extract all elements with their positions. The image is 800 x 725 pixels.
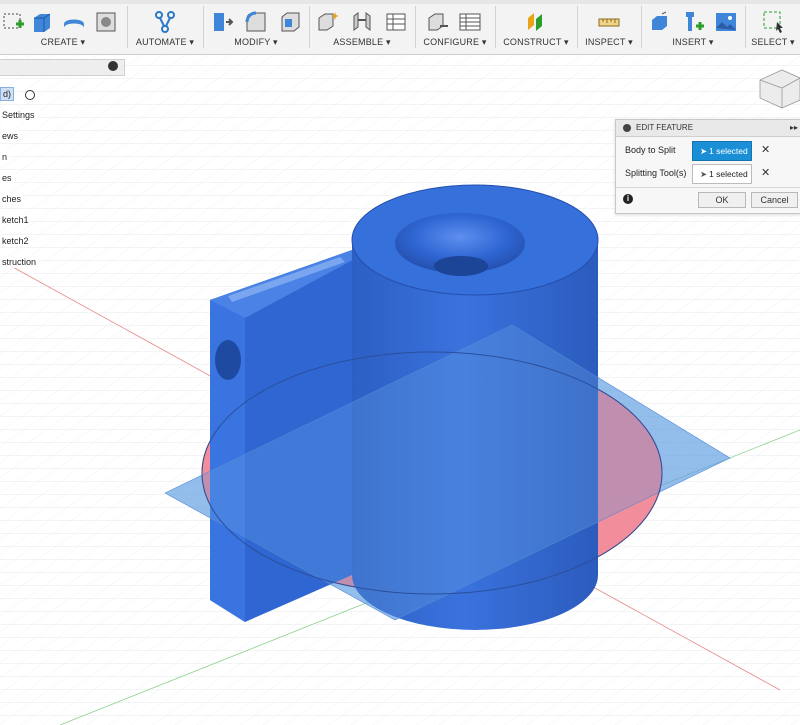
shell-icon[interactable] xyxy=(278,10,302,34)
info-icon[interactable]: i xyxy=(623,194,633,204)
splitting-tool-row: Splitting Tool(s) ➤ 1 selected ✕ xyxy=(616,163,800,185)
box-icon[interactable] xyxy=(94,10,118,34)
body-to-split-row: Body to Split ➤ 1 selected ✕ xyxy=(616,140,800,162)
browser-header[interactable] xyxy=(0,59,125,76)
select-label[interactable]: SELECT ▾ xyxy=(746,37,800,48)
insert-mcmaster-icon[interactable] xyxy=(681,10,705,34)
splitting-tool-selector[interactable]: ➤ 1 selected xyxy=(692,164,752,184)
measure-icon[interactable] xyxy=(597,10,621,34)
body-to-split-selector[interactable]: ➤ 1 selected xyxy=(692,141,752,161)
configuration-table-icon[interactable] xyxy=(458,10,482,34)
expand-icon[interactable]: ▸▸ xyxy=(790,120,798,136)
construct-label[interactable]: CONSTRUCT ▾ xyxy=(496,37,576,48)
tab-hole xyxy=(215,340,241,380)
insert-group[interactable]: INSERT ▾ xyxy=(642,0,744,54)
toolbar: CREATE ▾ AUTOMATE ▾ MODIFY ▾ ASSEMBLE ▾ xyxy=(0,0,800,55)
browser-item[interactable]: struction xyxy=(0,252,125,273)
select-group[interactable]: SELECT ▾ xyxy=(746,0,800,54)
table-icon[interactable] xyxy=(384,10,408,34)
automate-group[interactable]: AUTOMATE ▾ xyxy=(128,0,202,54)
joint-icon[interactable] xyxy=(350,10,374,34)
fillet-icon[interactable] xyxy=(244,10,268,34)
browser-item[interactable]: d) xyxy=(0,84,125,105)
insert-derive-icon[interactable] xyxy=(648,10,672,34)
browser-item[interactable]: ketch2 xyxy=(0,231,125,252)
cursor-icon: ➤ xyxy=(700,169,708,179)
construct-group[interactable]: CONSTRUCT ▾ xyxy=(496,0,576,54)
clear-tool-icon[interactable]: ✕ xyxy=(761,166,770,179)
minus-icon[interactable] xyxy=(108,61,118,71)
automate-icon[interactable] xyxy=(153,10,177,34)
body-to-split-label: Body to Split xyxy=(625,145,676,155)
configure-label[interactable]: CONFIGURE ▾ xyxy=(416,37,494,48)
browser-panel[interactable]: d) Settings ews n es ches ketch1 ketch2 … xyxy=(0,59,125,273)
body-to-split-value: 1 selected xyxy=(709,146,748,156)
browser-item[interactable]: Settings xyxy=(0,105,125,126)
radio-icon[interactable] xyxy=(24,89,35,100)
splitting-tool-label: Splitting Tool(s) xyxy=(625,168,687,178)
revolve-icon[interactable] xyxy=(62,10,86,34)
sketch-icon[interactable] xyxy=(2,10,26,34)
assemble-label[interactable]: ASSEMBLE ▾ xyxy=(310,37,414,48)
dialog-header[interactable]: EDIT FEATURE ▸▸ xyxy=(616,120,800,137)
create-group[interactable]: CREATE ▾ xyxy=(0,0,126,54)
offset-plane-icon[interactable] xyxy=(524,10,548,34)
ok-button[interactable]: OK xyxy=(698,192,746,208)
insert-label[interactable]: INSERT ▾ xyxy=(642,37,744,48)
cylinder-bore xyxy=(434,256,488,276)
browser-item[interactable]: ches xyxy=(0,189,125,210)
assemble-group[interactable]: ASSEMBLE ▾ xyxy=(310,0,414,54)
canvas-image-icon[interactable] xyxy=(714,10,738,34)
extrude-icon[interactable] xyxy=(30,10,54,34)
cancel-button[interactable]: Cancel xyxy=(751,192,798,208)
configure-icon[interactable] xyxy=(426,10,450,34)
cursor-icon: ➤ xyxy=(700,146,708,156)
modify-label[interactable]: MODIFY ▾ xyxy=(204,37,308,48)
edit-feature-dialog[interactable]: EDIT FEATURE ▸▸ Body to Split ➤ 1 select… xyxy=(615,119,800,214)
splitting-tool-value: 1 selected xyxy=(709,169,748,179)
modify-group[interactable]: MODIFY ▾ xyxy=(204,0,308,54)
configure-group[interactable]: CONFIGURE ▾ xyxy=(416,0,494,54)
press-pull-icon[interactable] xyxy=(210,10,234,34)
minus-icon[interactable] xyxy=(623,124,631,132)
browser-item[interactable]: ketch1 xyxy=(0,210,125,231)
window-select-icon[interactable] xyxy=(762,10,786,34)
automate-label[interactable]: AUTOMATE ▾ xyxy=(128,37,202,48)
clear-body-icon[interactable]: ✕ xyxy=(761,143,770,156)
browser-item[interactable]: ews xyxy=(0,126,125,147)
browser-item[interactable]: es xyxy=(0,168,125,189)
create-label[interactable]: CREATE ▾ xyxy=(0,37,126,48)
inspect-label[interactable]: INSPECT ▾ xyxy=(578,37,640,48)
new-component-icon[interactable] xyxy=(316,10,340,34)
inspect-group[interactable]: INSPECT ▾ xyxy=(578,0,640,54)
browser-item[interactable]: n xyxy=(0,147,125,168)
dialog-divider xyxy=(616,187,800,188)
dialog-title: EDIT FEATURE xyxy=(636,123,694,132)
